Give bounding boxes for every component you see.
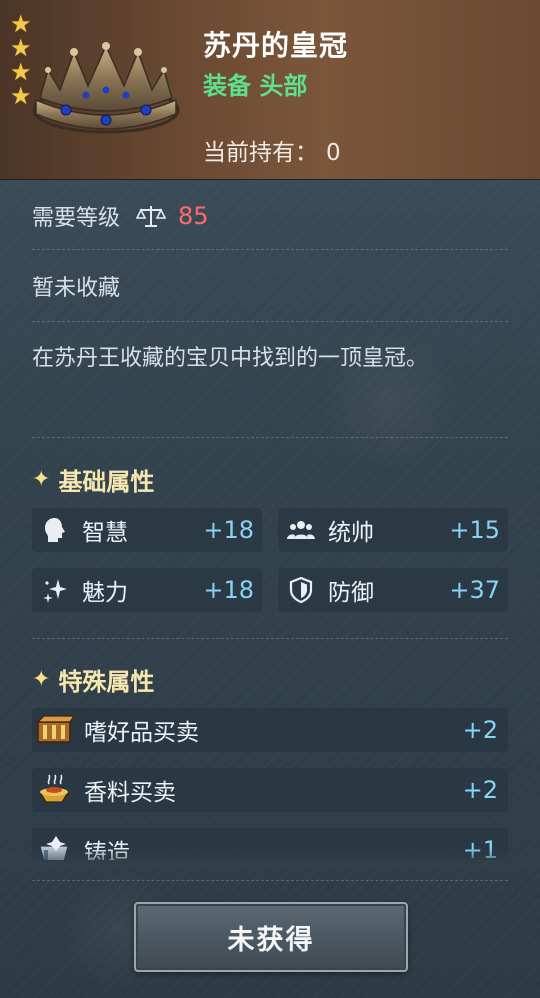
stat-defense: 防御 +37	[278, 568, 508, 612]
basic-attributes-heading: ✦ 基础属性	[32, 462, 154, 497]
divider	[32, 638, 508, 639]
stat-name: 魅力	[82, 580, 128, 606]
stat-value: +15	[449, 516, 500, 544]
divider	[32, 249, 508, 250]
divider	[32, 321, 508, 322]
owned-count: 当前持有： 0	[203, 133, 341, 167]
shield-icon	[289, 576, 313, 604]
item-description: 在苏丹王收藏的宝贝中找到的一顶皇冠。	[32, 346, 429, 371]
special-stat-luxury-trade: 嗜好品买卖 +2	[32, 708, 508, 752]
star-icon: ★	[10, 10, 32, 38]
special-stat-value: +2	[462, 776, 498, 804]
item-name: 苏丹的皇冠	[203, 29, 349, 62]
level-value: 85	[178, 202, 209, 230]
divider	[32, 437, 508, 438]
not-obtained-button[interactable]: 未获得	[134, 902, 408, 972]
level-label: 需要等级	[32, 206, 121, 231]
basic-attributes-title: 基础属性	[58, 468, 155, 496]
divider	[32, 880, 508, 881]
luxury-goods-icon	[36, 715, 74, 743]
collection-status: 暂未收藏	[32, 276, 121, 301]
item-slot-type: 装备 头部	[203, 72, 308, 100]
owned-value: 0	[326, 140, 341, 166]
item-header: ★ ★ ★ ★ 苏丹的皇冠 装备 头部 当前持有： 0	[0, 0, 540, 180]
sparkle-icon: ✦	[32, 667, 51, 692]
special-stat-value: +2	[462, 716, 498, 744]
stat-value: +37	[449, 576, 500, 604]
stat-name: 统帅	[328, 520, 374, 546]
sparkle-icon: ✦	[32, 467, 51, 492]
owned-label: 当前持有：	[203, 140, 318, 166]
stat-charm: 魅力 +18	[32, 568, 262, 612]
item-detail-panel: ★ ★ ★ ★ 苏丹的皇冠 装备 头部 当前持有： 0 需要等级 85 暂未收藏…	[0, 0, 540, 998]
stat-command: 统帅 +15	[278, 508, 508, 552]
level-requirement: 需要等级 85	[32, 199, 508, 233]
scale-icon	[136, 206, 167, 227]
stat-name: 防御	[328, 580, 374, 606]
stat-value: +18	[203, 576, 254, 604]
head-icon	[45, 518, 65, 542]
special-attributes-heading: ✦ 特殊属性	[32, 662, 154, 697]
special-stat-spice-trade: 香料买卖 +2	[32, 768, 508, 812]
scroll-fade	[0, 848, 540, 868]
spice-icon	[38, 774, 70, 803]
stat-name: 智慧	[82, 520, 128, 546]
crown-item-image	[32, 42, 180, 134]
sparkle-icon	[43, 579, 67, 603]
stat-value: +18	[203, 516, 254, 544]
special-stat-name: 嗜好品买卖	[84, 720, 199, 746]
group-icon	[287, 521, 315, 539]
special-stat-name: 香料买卖	[84, 780, 176, 806]
special-attributes-title: 特殊属性	[58, 668, 155, 696]
stat-wisdom: 智慧 +18	[32, 508, 262, 552]
